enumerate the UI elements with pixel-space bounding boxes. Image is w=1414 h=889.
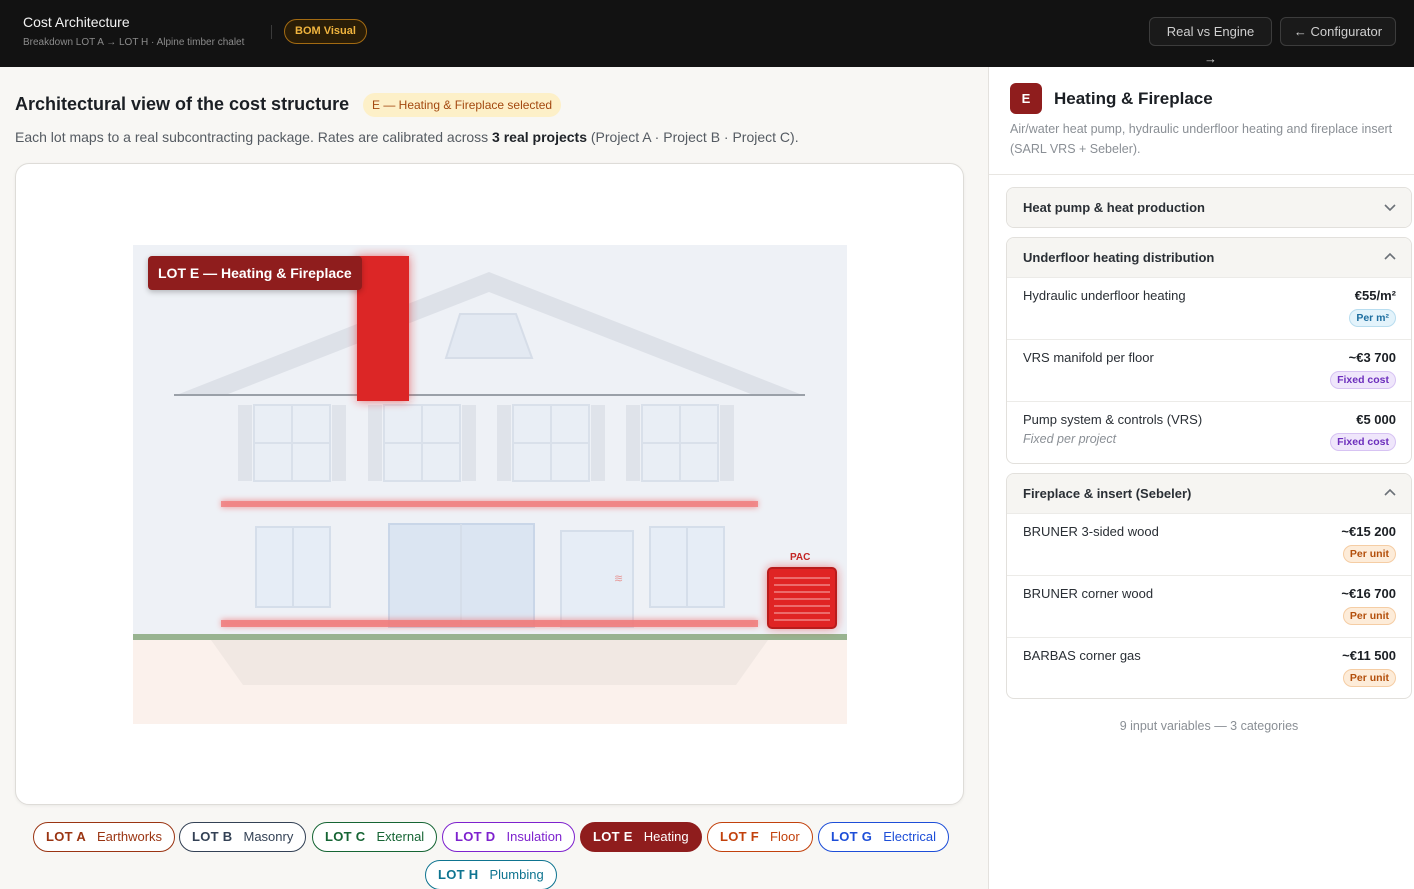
lot-chip-g[interactable]: LOT G Electrical xyxy=(818,822,949,852)
item-name: Pump system & controls (VRS) xyxy=(1023,412,1203,427)
lot-code: LOT G xyxy=(831,829,873,844)
chevron-up-icon xyxy=(1384,488,1396,496)
lot-name: Earthworks xyxy=(97,829,163,844)
chevron-up-icon xyxy=(1384,252,1396,260)
foundation xyxy=(211,640,768,685)
lot-code: LOT E xyxy=(593,829,633,844)
panel-footer: 9 input variables — 3 categories xyxy=(1119,719,1299,733)
lot-code: LOT C xyxy=(325,829,366,844)
section-header[interactable]: Heat pump & heat production xyxy=(1007,188,1411,227)
lot-code: LOT H xyxy=(438,867,479,882)
section-title: Fireplace & insert (Sebeler) xyxy=(1023,486,1192,501)
item-price: ~€15 200 xyxy=(1341,524,1396,539)
cost-item-row: BARBAS corner gas ~€11 500 Per unit xyxy=(1007,637,1411,698)
lot-code: LOT B xyxy=(192,829,233,844)
lot-chip-b[interactable]: LOT B Masonry xyxy=(179,822,307,852)
item-price: ~€16 700 xyxy=(1341,586,1396,601)
architecture-canvas: ≋ LOT E — Heating & Fireplace PAC xyxy=(15,163,964,805)
lot-name: Insulation xyxy=(506,829,563,844)
unit-tag: Per unit xyxy=(1342,669,1396,687)
page-title: Architectural view of the cost structure xyxy=(15,94,350,114)
section-heat-pump: Heat pump & heat production xyxy=(1006,187,1412,228)
desc-text-before: Each lot maps to a real subcontracting p… xyxy=(15,129,493,145)
lot-code: LOT F xyxy=(720,829,760,844)
item-name: Hydraulic underfloor heating xyxy=(1023,288,1186,303)
lot-chip-c[interactable]: LOT C External xyxy=(312,822,438,852)
real-vs-engine-button[interactable]: Real vs Engine → xyxy=(1149,17,1272,66)
chevron-down-icon xyxy=(1384,204,1396,212)
ground-line xyxy=(133,634,847,640)
underfloor-heating-upper xyxy=(221,501,758,507)
item-price: ~€11 500 xyxy=(1342,648,1396,663)
bom-visual-badge: BOM Visual xyxy=(284,19,367,44)
selected-lot-label: LOT E — Heating & Fireplace xyxy=(148,256,362,290)
item-name: BARBAS corner gas xyxy=(1023,648,1141,663)
section-header[interactable]: Underfloor heating distribution xyxy=(1007,238,1411,277)
fireplace-chimney xyxy=(357,256,409,401)
cost-item-row: VRS manifold per floor ~€3 700 Fixed cos… xyxy=(1007,339,1411,401)
top-bar: Cost Architecture Breakdown LOT A → LOT … xyxy=(0,0,1414,67)
section-title: Underfloor heating distribution xyxy=(1023,250,1215,265)
item-name: VRS manifold per floor xyxy=(1023,350,1154,365)
unit-tag: Fixed cost xyxy=(1330,371,1396,389)
heat-pump-unit xyxy=(767,567,837,629)
unit-tag: Per m² xyxy=(1349,309,1396,327)
selected-lot-badge: E — Heating & Fireplace selected xyxy=(363,93,562,117)
item-price: ~€3 700 xyxy=(1348,350,1396,365)
lot-detail-panel: E Heating & Fireplace Air/water heat pum… xyxy=(988,67,1414,889)
configurator-button[interactable]: ← Configurator xyxy=(1280,17,1396,46)
page-description: Each lot maps to a real subcontracting p… xyxy=(15,129,799,145)
underfloor-heating-lower xyxy=(221,620,758,627)
section-title: Heat pump & heat production xyxy=(1023,200,1205,215)
app-title: Cost Architecture xyxy=(23,14,130,30)
roof-skylight xyxy=(444,313,534,359)
panel-description: Air/water heat pump, hydraulic underfloo… xyxy=(1010,122,1393,156)
lot-name: Plumbing xyxy=(489,867,544,882)
header-divider xyxy=(271,25,272,39)
lot-chip-d[interactable]: LOT D Insulation xyxy=(442,822,576,852)
heat-wave-icon: ≋ xyxy=(614,572,623,585)
lot-code: LOT D xyxy=(455,829,496,844)
panel-divider xyxy=(989,174,1414,175)
section-underfloor-heating: Underfloor heating distribution Hydrauli… xyxy=(1006,237,1412,464)
item-name: BRUNER 3-sided wood xyxy=(1023,524,1159,539)
desc-text-after: (Project A · Project B · Project C). xyxy=(586,129,799,145)
lot-chip-e[interactable]: LOT E Heating xyxy=(580,822,702,852)
lot-chip-f[interactable]: LOT F Floor xyxy=(707,822,813,852)
heat-pump-label: PAC xyxy=(790,552,811,563)
lot-name: Masonry xyxy=(243,829,294,844)
panel-title: Heating & Fireplace xyxy=(1054,89,1213,108)
lot-code: LOT A xyxy=(46,829,87,844)
unit-tag: Per unit xyxy=(1342,545,1396,563)
cost-item-row: Hydraulic underfloor heating €55/m² Per … xyxy=(1007,277,1411,339)
item-name: BRUNER corner wood xyxy=(1023,586,1154,601)
cost-item-row: Pump system & controls (VRS) Fixed per p… xyxy=(1007,401,1411,463)
item-note: Fixed per project xyxy=(1023,432,1117,446)
lot-name: Heating xyxy=(643,829,689,844)
lot-name: Floor xyxy=(770,829,800,844)
cost-item-row: BRUNER corner wood ~€16 700 Per unit xyxy=(1007,575,1411,637)
item-price: €5 000 xyxy=(1356,412,1396,427)
lot-chip-a[interactable]: LOT A Earthworks xyxy=(33,822,176,852)
section-fireplace: Fireplace & insert (Sebeler) BRUNER 3-si… xyxy=(1006,473,1412,699)
item-price: €55/m² xyxy=(1354,288,1396,303)
lot-chip-h[interactable]: LOT H Plumbing xyxy=(425,860,557,889)
section-header[interactable]: Fireplace & insert (Sebeler) xyxy=(1007,474,1411,513)
lot-letter-badge: E xyxy=(1010,83,1042,114)
unit-tag: Per unit xyxy=(1342,607,1396,625)
cost-item-row: BRUNER 3-sided wood ~€15 200 Per unit xyxy=(1007,513,1411,575)
desc-text-bold: 3 real projects xyxy=(492,129,587,145)
unit-tag: Fixed cost xyxy=(1330,433,1396,451)
lot-name: Electrical xyxy=(883,829,936,844)
app-subtitle: Breakdown LOT A → LOT H · Alpine timber … xyxy=(23,37,245,48)
lot-name: External xyxy=(376,829,425,844)
